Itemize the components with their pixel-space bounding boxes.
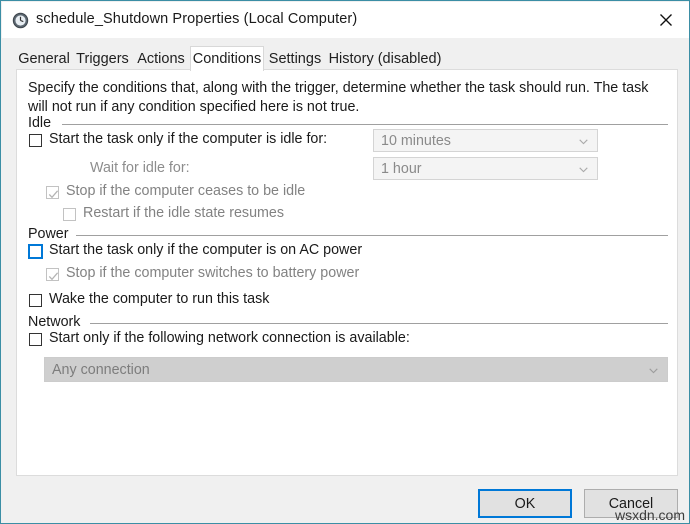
label-wait-for-idle: Wait for idle for: (90, 160, 190, 176)
group-rule (62, 124, 668, 125)
group-rule (90, 323, 668, 324)
tab-history-disabled[interactable]: History (disabled) (326, 48, 444, 70)
checkbox-restart-if-idle-resumes[interactable] (63, 208, 76, 221)
checkbox-label: Start only if the following network conn… (49, 330, 410, 346)
tab-settings[interactable]: Settings (266, 48, 324, 70)
checkbox-label: Stop if the computer switches to battery… (66, 265, 360, 281)
combo-value: Any connection (52, 361, 150, 378)
close-icon[interactable] (644, 2, 689, 37)
chevron-down-icon (649, 361, 658, 379)
panel-description: Specify the conditions that, along with … (28, 80, 649, 115)
tab-actions[interactable]: Actions (133, 48, 189, 70)
watermark: wsxdn.com (614, 507, 685, 523)
tab-triggers[interactable]: Triggers (73, 48, 132, 70)
checkbox-stop-if-ceases-idle[interactable] (46, 186, 59, 199)
group-label-network: Network (28, 314, 81, 330)
combo-value: 10 minutes (381, 132, 451, 149)
checkbox-label: Stop if the computer ceases to be idle (66, 183, 306, 199)
tab-label: History (disabled) (328, 51, 442, 67)
checkbox-wake-computer[interactable] (29, 294, 42, 307)
tab-label: General (18, 51, 70, 67)
group-rule (76, 235, 668, 236)
tab-strip: General Triggers Actions Conditions Sett… (16, 46, 678, 71)
chevron-down-icon (579, 160, 588, 178)
ok-button[interactable]: OK (478, 489, 572, 518)
tab-label: Settings (268, 51, 322, 67)
tab-label: Conditions (192, 51, 262, 67)
chevron-down-icon (579, 132, 588, 150)
group-label-idle: Idle (28, 115, 52, 131)
checkbox-stop-if-battery[interactable] (46, 268, 59, 281)
combo-wait-duration[interactable]: 1 hour (373, 157, 598, 180)
checkmark-icon (48, 187, 59, 199)
properties-dialog-window: schedule_Shutdown Properties (Local Comp… (0, 0, 690, 524)
checkbox-label: Wake the computer to run this task (49, 291, 270, 307)
group-label-power: Power (28, 226, 69, 242)
conditions-panel: Specify the conditions that, along with … (16, 69, 678, 476)
combo-network-connection[interactable]: Any connection (44, 357, 668, 382)
tab-label: Actions (137, 51, 185, 67)
checkbox-start-if-ac-power[interactable] (28, 244, 43, 259)
title-bar: schedule_Shutdown Properties (Local Comp… (2, 2, 689, 38)
combo-idle-duration[interactable]: 10 minutes (373, 129, 598, 152)
checkmark-icon (48, 269, 59, 281)
checkbox-label: Restart if the idle state resumes (83, 205, 285, 221)
button-label: OK (514, 496, 536, 512)
checkbox-label: Start the task only if the computer is i… (49, 131, 328, 147)
checkbox-start-if-network[interactable] (29, 333, 42, 346)
clock-icon (12, 12, 29, 29)
window-title: schedule_Shutdown Properties (Local Comp… (36, 11, 358, 27)
checkbox-start-if-idle[interactable] (29, 134, 42, 147)
tab-conditions[interactable]: Conditions (190, 46, 264, 71)
tab-general[interactable]: General (16, 48, 72, 70)
combo-value: 1 hour (381, 160, 422, 177)
checkbox-label: Start the task only if the computer is o… (49, 242, 363, 258)
tab-label: Triggers (76, 51, 129, 67)
